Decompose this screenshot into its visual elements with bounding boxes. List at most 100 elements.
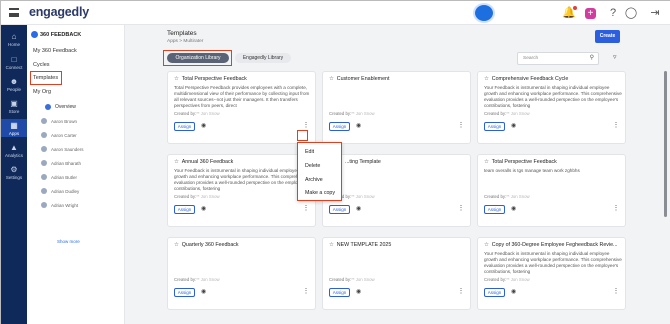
person-item[interactable]: Aaron Carter <box>41 132 77 138</box>
kebab-menu-icon[interactable]: ⋮ <box>612 287 620 295</box>
logo: engagedly <box>29 5 90 19</box>
person-item[interactable]: Adrian Butler <box>41 174 77 180</box>
eye-icon[interactable]: ◉ <box>356 288 361 295</box>
rail-home[interactable]: ⌂ Home <box>1 32 27 47</box>
filter-icon[interactable]: ▿ <box>613 53 617 61</box>
panel-title: 360 FEEDBACK <box>31 31 81 38</box>
feedback-app-icon <box>31 31 38 38</box>
eye-icon[interactable]: ◉ <box>201 122 206 129</box>
create-button[interactable]: Create <box>595 30 620 43</box>
menu-item-delete[interactable]: Delete <box>305 163 320 169</box>
star-icon[interactable]: ☆ <box>484 159 489 165</box>
menu-item-archive[interactable]: Archive <box>305 177 323 183</box>
rail-apps[interactable]: ▦ Apps <box>1 119 27 137</box>
template-card[interactable]: ☆ Total Perspective Feedback Total Perspe… <box>167 71 316 144</box>
star-icon[interactable]: ☆ <box>174 242 179 248</box>
avatar <box>41 174 47 180</box>
assign-button[interactable]: Assign <box>329 122 350 131</box>
eye-icon[interactable]: ◉ <box>356 122 361 129</box>
kebab-highlight <box>297 130 308 141</box>
my-org-select[interactable]: My Org <box>33 89 51 95</box>
help-icon[interactable]: ? <box>605 5 621 21</box>
kebab-menu-icon[interactable]: ⋮ <box>457 287 465 295</box>
star-icon[interactable]: ☆ <box>329 76 334 82</box>
menu-item-edit[interactable]: Edit <box>305 149 314 155</box>
search-icon[interactable]: ⚲ <box>590 53 594 64</box>
plus-icon[interactable]: + <box>585 8 596 19</box>
eye-icon[interactable]: ◉ <box>356 205 361 212</box>
overview-item[interactable]: Overview <box>45 104 76 110</box>
analytics-icon: ▲ <box>10 143 18 152</box>
card-title: Total Perspective Feedback <box>181 76 247 82</box>
user-icon[interactable]: ◯ <box>623 5 639 21</box>
assign-button[interactable]: Assign <box>484 122 505 131</box>
rail-people[interactable]: ☻ People <box>1 77 27 92</box>
kebab-menu-icon[interactable]: ⋮ <box>302 204 310 212</box>
star-icon[interactable]: ☆ <box>329 242 334 248</box>
assign-button[interactable]: Assign <box>329 205 350 214</box>
template-card[interactable]: ☆ Comprehensive Feedback Cycle Your Feedb… <box>477 71 626 144</box>
panel-link-my-360[interactable]: My 360 Feedback <box>33 48 77 54</box>
search-input[interactable]: Search ⚲ <box>517 52 599 65</box>
menu-icon[interactable] <box>9 8 19 17</box>
kebab-menu-icon[interactable]: ⋮ <box>612 121 620 129</box>
scrollbar[interactable] <box>664 71 667 217</box>
rail-analytics[interactable]: ▲ Analytics <box>1 143 27 158</box>
show-more-link[interactable]: Show more <box>57 239 80 244</box>
apps-icon: ▦ <box>10 121 18 130</box>
tab-engagedly-library[interactable]: Engagedly Library <box>235 53 291 63</box>
assign-button[interactable]: Assign <box>174 205 195 214</box>
eye-icon[interactable]: ◉ <box>201 205 206 212</box>
person-item[interactable]: Adrian Dudley <box>41 188 79 194</box>
panel-link-templates[interactable]: Templates <box>33 75 58 81</box>
star-icon[interactable]: ☆ <box>174 76 179 82</box>
person-item[interactable]: Adrian Wright <box>41 202 78 208</box>
card-created-by: Created by:** Jon Snow <box>174 277 220 282</box>
eye-icon[interactable]: ◉ <box>511 205 516 212</box>
assign-button[interactable]: Assign <box>484 205 505 214</box>
template-card[interactable]: ☆ NEW TEMPLATE 2025 Created by:** Jon Sno… <box>322 237 471 310</box>
star-icon[interactable]: ☆ <box>484 76 489 82</box>
card-created-by: Created by:** Jon Snow <box>329 277 375 282</box>
breadcrumb: Apps > Multirater <box>167 39 204 44</box>
logout-icon[interactable]: ⇥ <box>647 5 663 21</box>
template-card[interactable]: ☆ Customer Enablement Created by:** Jon S… <box>322 71 471 144</box>
template-card[interactable]: ...ting Template Created by:** Jon Snow … <box>322 154 471 227</box>
star-icon[interactable]: ☆ <box>174 159 179 165</box>
side-panel: 360 FEEDBACK My 360 Feedback Cycles Temp… <box>27 25 145 324</box>
card-description <box>329 251 467 275</box>
assign-button[interactable]: Assign <box>329 288 350 297</box>
menu-item-make-copy[interactable]: Make a copy <box>305 190 335 196</box>
tab-organization-library[interactable]: Organization Library <box>167 53 229 63</box>
person-item[interactable]: Aaron Saunders <box>41 146 84 152</box>
assign-button[interactable]: Assign <box>484 288 505 297</box>
card-title: Copy of 360-Degree Employee Fegheedback … <box>491 242 618 248</box>
kebab-menu-icon[interactable]: ⋮ <box>302 121 310 129</box>
rail-settings[interactable]: ⚙ Settings <box>1 165 27 180</box>
kebab-menu-icon[interactable]: ⋮ <box>457 204 465 212</box>
rail-connect[interactable]: □ Connect <box>1 55 27 70</box>
template-card[interactable]: ☆ Quarterly 360 Feedback Created by:** Jo… <box>167 237 316 310</box>
template-card[interactable]: ☆ Annual 360 Feedback Your Feedback is in… <box>167 154 316 227</box>
card-action-menu: Edit Delete Archive Make a copy <box>297 142 342 201</box>
assign-button[interactable]: Assign <box>174 122 195 131</box>
rail-store[interactable]: ▣ Store <box>1 99 27 114</box>
template-card[interactable]: ☆ Copy of 360-Degree Employee Fegheedback… <box>477 237 626 310</box>
card-description: team overalls is tgs manage team work zg… <box>484 168 580 173</box>
eye-icon[interactable]: ◉ <box>201 288 206 295</box>
star-icon[interactable]: ☆ <box>484 242 489 248</box>
card-description <box>329 85 467 109</box>
eye-icon[interactable]: ◉ <box>511 288 516 295</box>
card-title: Customer Enablement <box>336 76 390 82</box>
template-card[interactable]: ☆ Total Perspective Feedback team overall… <box>477 154 626 227</box>
mascot-icon <box>473 3 495 23</box>
kebab-menu-icon[interactable]: ⋮ <box>612 204 620 212</box>
person-item[interactable]: Aaron Brown <box>41 118 77 124</box>
kebab-menu-icon[interactable]: ⋮ <box>457 121 465 129</box>
kebab-menu-icon[interactable]: ⋮ <box>302 287 310 295</box>
eye-icon[interactable]: ◉ <box>511 122 516 129</box>
assign-button[interactable]: Assign <box>174 288 195 297</box>
card-description: Your Feedback is instrumental in shaping… <box>484 85 622 108</box>
person-item[interactable]: Adrian Bharath <box>41 160 81 166</box>
panel-link-cycles[interactable]: Cycles <box>33 62 50 68</box>
